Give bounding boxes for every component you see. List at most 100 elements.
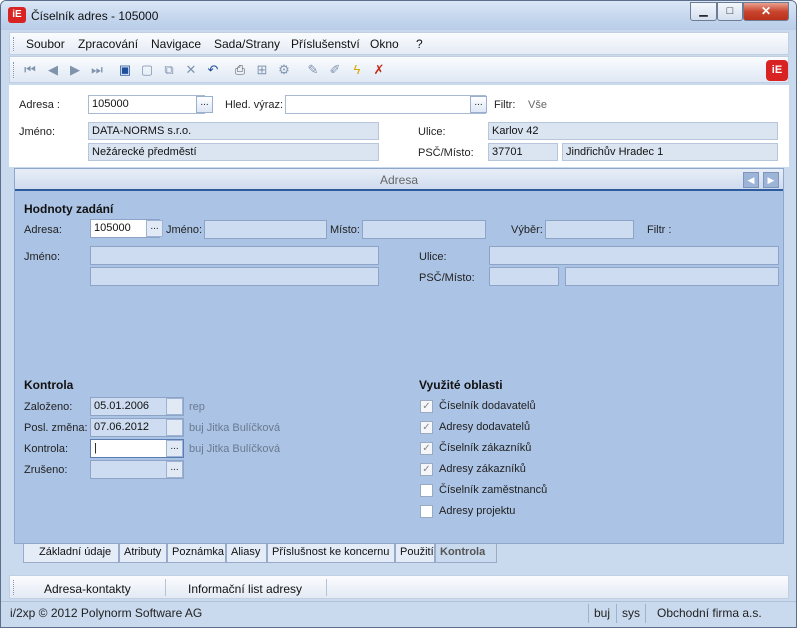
minimize-button[interactable]: ▁ — [690, 2, 717, 21]
kontrola-user: buj Jitka Bulíčková — [189, 443, 281, 455]
tab-aliasy[interactable]: Aliasy — [226, 544, 267, 563]
oblast-checkbox[interactable]: ✓ — [420, 463, 433, 476]
posl-zmena-user: buj Jitka Bulíčková — [189, 422, 281, 434]
oblast-label: Číselník dodavatelů — [439, 400, 536, 412]
panel-ulice-input[interactable] — [489, 246, 779, 265]
menu-bar: Soubor Zpracování Navigace Sada/Strany P… — [9, 32, 789, 55]
panel-prev-icon[interactable]: ◀ — [743, 172, 759, 188]
kontrola-label: Kontrola: — [24, 443, 69, 455]
next-record-icon[interactable]: ▶ — [67, 62, 83, 78]
zruseno-lookup-button[interactable]: ... — [166, 461, 183, 478]
oblast-label: Adresy projektu — [439, 505, 516, 517]
menu-navigace[interactable]: Navigace — [151, 37, 201, 51]
menu-zpracovani[interactable]: Zpracování — [78, 37, 138, 51]
kontrola-title: Kontrola — [24, 378, 74, 392]
filter-icon[interactable]: ϟ — [349, 62, 365, 78]
adresa-kontakty-button[interactable]: Adresa-kontakty — [44, 582, 131, 596]
copy-icon[interactable]: ⧉ — [161, 62, 177, 78]
misto-value: Jindřichův Hradec 1 — [562, 143, 778, 161]
informacni-list-button[interactable]: Informační list adresy — [188, 582, 302, 596]
pencil-icon[interactable]: ✐ — [327, 62, 343, 78]
delete-icon[interactable]: ✕ — [183, 62, 199, 78]
psc-value: 37701 — [488, 143, 558, 161]
adresa-input[interactable]: 105000 — [88, 95, 205, 114]
undo-icon[interactable]: ↶ — [205, 62, 221, 78]
panel-jmeno-inline-input[interactable] — [204, 220, 327, 239]
posl-zmena-date-button[interactable] — [166, 419, 183, 436]
oblasti-title: Využité oblasti — [419, 378, 503, 392]
toolbar: ⏮ ◀ ▶ ⏭ ▣ ▢ ⧉ ✕ ↶ ⎙ ⊞ ⚙ ✎ ✐ ϟ ✗ iE — [9, 56, 789, 83]
new-icon[interactable]: ▢ — [139, 62, 155, 78]
status-user: buj — [594, 606, 611, 620]
prev-record-icon[interactable]: ◀ — [45, 62, 61, 78]
panel-jmeno-line1[interactable] — [90, 246, 379, 265]
zruseno-label: Zrušeno: — [24, 464, 68, 476]
save-icon[interactable]: ▣ — [117, 62, 133, 78]
menu-sada-strany[interactable]: Sada/Strany — [214, 37, 280, 51]
tree-icon[interactable]: ⊞ — [254, 62, 270, 78]
first-record-icon[interactable]: ⏮ — [22, 62, 38, 78]
oblast-label: Číselník zaměstnanců — [439, 484, 548, 496]
menu-okno[interactable]: Okno — [370, 37, 399, 51]
adresa-label: Adresa : — [19, 99, 60, 111]
panel-misto-label: Místo: — [330, 224, 360, 236]
panel-psc-input[interactable] — [489, 267, 559, 286]
oblast-checkbox[interactable]: ✓ — [420, 442, 433, 455]
oblast-label: Číselník zákazníků — [439, 442, 532, 454]
brand-logo-icon[interactable]: iE — [766, 60, 788, 81]
status-copyright: i/2xp © 2012 Polynorm Software AG — [10, 606, 203, 620]
panel-jmeno-line2[interactable] — [90, 267, 379, 286]
status-company: Obchodní firma a.s. — [657, 606, 762, 620]
kontrola-lookup-button[interactable]: ... — [166, 440, 183, 457]
tab-atributy[interactable]: Atributy — [119, 544, 167, 563]
last-record-icon[interactable]: ⏭ — [89, 62, 105, 78]
maximize-button[interactable]: □ — [717, 2, 743, 21]
filtr-value[interactable]: Vše — [528, 99, 547, 111]
panel-filtr-label: Filtr : — [647, 224, 672, 236]
jmeno-label: Jméno: — [19, 126, 56, 138]
hled-input[interactable] — [285, 95, 486, 114]
bottom-separator — [326, 579, 327, 596]
panel-misto-input[interactable] — [362, 220, 486, 239]
panel-misto2-input[interactable] — [565, 267, 779, 286]
tab-kontrola[interactable]: Kontrola — [435, 544, 497, 563]
oblast-checkbox[interactable] — [420, 505, 433, 518]
panel-adresa-lookup-button[interactable]: ... — [146, 220, 163, 237]
status-separator — [645, 604, 646, 623]
hodnoty-title: Hodnoty zadání — [24, 202, 114, 216]
address-header: Adresa : 105000 ... Hled. výraz: ... Fil… — [9, 85, 789, 167]
panel-vyber-label: Výběr: — [511, 224, 543, 236]
oblast-checkbox[interactable] — [420, 484, 433, 497]
tab-prislusnost[interactable]: Příslušnost ke koncernu — [267, 544, 395, 563]
gear-icon[interactable]: ⚙ — [276, 62, 292, 78]
panel-vyber-input[interactable] — [545, 220, 634, 239]
print-icon[interactable]: ⎙ — [232, 62, 248, 78]
psc-label: PSČ/Místo: — [418, 147, 474, 159]
tab-pouziti[interactable]: Použití — [395, 544, 435, 563]
tab-poznamka[interactable]: Poznámka — [167, 544, 226, 563]
panel-title: Adresa — [379, 173, 419, 187]
app-logo-icon: iE — [8, 7, 26, 23]
panel-adresa-label: Adresa: — [24, 224, 62, 236]
cancel-filter-icon[interactable]: ✗ — [371, 62, 387, 78]
zalozeno-date-button[interactable] — [166, 398, 183, 415]
menu-help[interactable]: ? — [416, 37, 423, 51]
tab-zakladni-udaje[interactable]: Základní údaje — [23, 544, 119, 563]
menu-soubor[interactable]: Soubor — [26, 37, 65, 51]
panel-ulice-label: Ulice: — [419, 251, 447, 263]
bottom-bar: Adresa-kontakty Informační list adresy — [9, 575, 789, 599]
edit-icon[interactable]: ✎ — [305, 62, 321, 78]
panel-next-icon[interactable]: ▶ — [763, 172, 779, 188]
hled-lookup-button[interactable]: ... — [470, 96, 487, 113]
adresa-panel: Adresa ◀ ▶ Hodnoty zadání Adresa: 105000… — [14, 168, 784, 544]
close-button[interactable]: ✕ — [743, 2, 789, 21]
panel-jmeno-inline-label: Jméno: — [166, 224, 203, 236]
status-separator — [616, 604, 617, 623]
menu-prislusenstvi[interactable]: Příslušenství — [291, 37, 360, 51]
ulice-label: Ulice: — [418, 126, 446, 138]
adresa-lookup-button[interactable]: ... — [196, 96, 213, 113]
oblast-checkbox[interactable]: ✓ — [420, 421, 433, 434]
ulice-value: Karlov 42 — [488, 122, 778, 140]
oblast-checkbox[interactable]: ✓ — [420, 400, 433, 413]
oblast-label: Adresy zákazníků — [439, 463, 526, 475]
